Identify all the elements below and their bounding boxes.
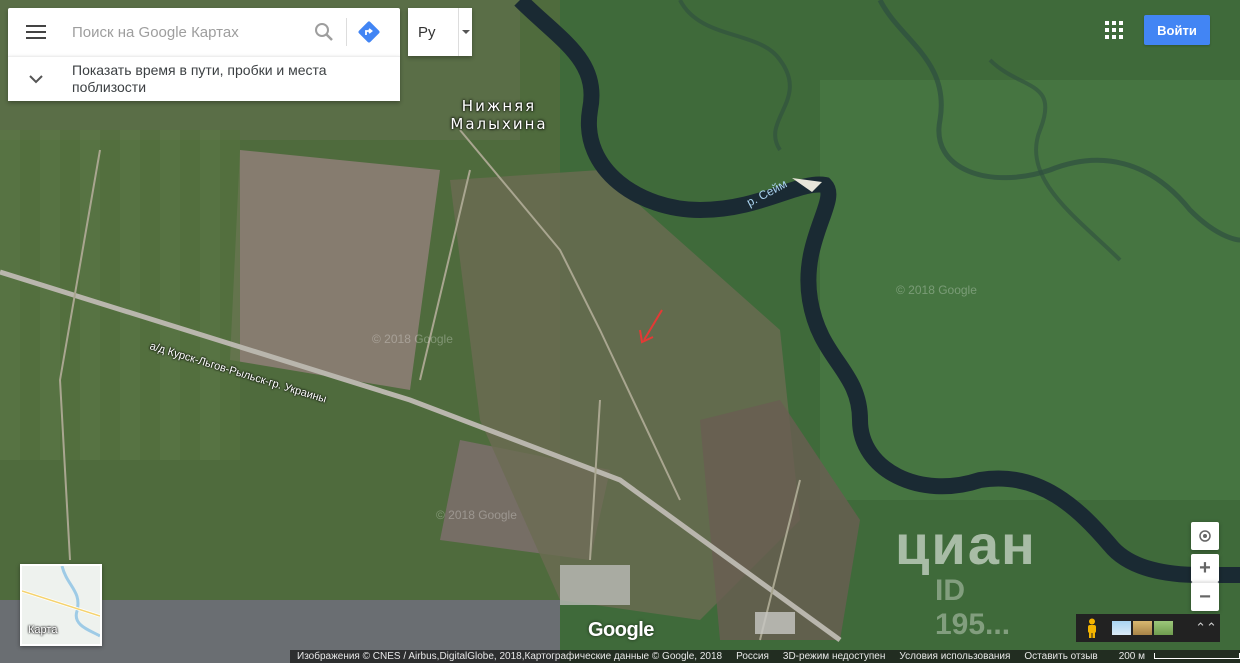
login-button[interactable]: Войти — [1144, 15, 1210, 45]
imagery-thumbnails — [1112, 621, 1173, 635]
hamburger-menu-icon — [26, 25, 46, 39]
language-select[interactable]: Ру — [408, 8, 472, 56]
bottom-toolbar: ⌃⌃ — [1076, 614, 1220, 642]
terms-link[interactable]: Условия использования — [892, 651, 1017, 662]
search-box — [8, 8, 400, 56]
zoom-out-button[interactable]: − — [1191, 582, 1219, 611]
directions-icon — [358, 21, 380, 43]
imagery-attribution: Изображения © CNES / Airbus,DigitalGlobe… — [297, 651, 723, 662]
3d-mode-status: 3D-режим недоступен — [782, 651, 886, 662]
place-label: Нижняя Малыхина — [450, 97, 548, 133]
cian-logo: циан — [895, 513, 1037, 576]
scale-indicator[interactable]: 200 м — [1105, 651, 1240, 662]
minimap-label: Карта — [28, 624, 58, 636]
traffic-expander-label: Показать время в пути, пробки и места по… — [72, 62, 327, 95]
directions-button[interactable] — [347, 8, 391, 56]
attribution-bar: Изображения © CNES / Airbus,DigitalGlobe… — [290, 650, 1240, 663]
cian-watermark: циан ID 195... — [895, 512, 1037, 641]
feedback-link[interactable]: Оставить отзыв — [1017, 651, 1104, 662]
zoom-in-button[interactable]: + — [1191, 554, 1219, 582]
map-watermark: © 2018 Google — [372, 332, 453, 346]
dropdown-arrow-icon — [459, 29, 472, 35]
scale-bar — [1154, 653, 1240, 660]
language-value: Ру — [418, 23, 436, 41]
my-location-icon — [1199, 530, 1211, 542]
map-watermark: © 2018 Google — [896, 283, 977, 297]
map-watermark: © 2018 Google — [436, 508, 517, 522]
apps-button[interactable] — [1104, 20, 1124, 40]
pegman-icon — [1088, 618, 1096, 638]
google-logo: Google — [588, 619, 654, 641]
menu-button[interactable] — [8, 8, 64, 56]
chevron-down-icon — [8, 74, 64, 84]
map-layer-toggle[interactable]: Карта — [20, 564, 102, 646]
imagery-thumb[interactable] — [1154, 621, 1173, 635]
pegman-button[interactable] — [1076, 618, 1108, 638]
imagery-thumb[interactable] — [1112, 621, 1131, 635]
my-location-button[interactable] — [1191, 522, 1219, 550]
expand-imagery-button[interactable]: ⌃⌃ — [1192, 620, 1220, 636]
traffic-expander[interactable]: Показать время в пути, пробки и места по… — [8, 56, 400, 101]
apps-grid-icon — [1105, 21, 1123, 39]
country-link[interactable]: Россия — [729, 651, 776, 662]
imagery-thumb[interactable] — [1133, 621, 1152, 635]
cian-id: ID 195... — [935, 574, 1011, 641]
search-icon — [315, 23, 333, 41]
search-input[interactable] — [64, 23, 302, 41]
search-button[interactable] — [302, 8, 346, 56]
scale-label: 200 м — [1118, 651, 1146, 662]
